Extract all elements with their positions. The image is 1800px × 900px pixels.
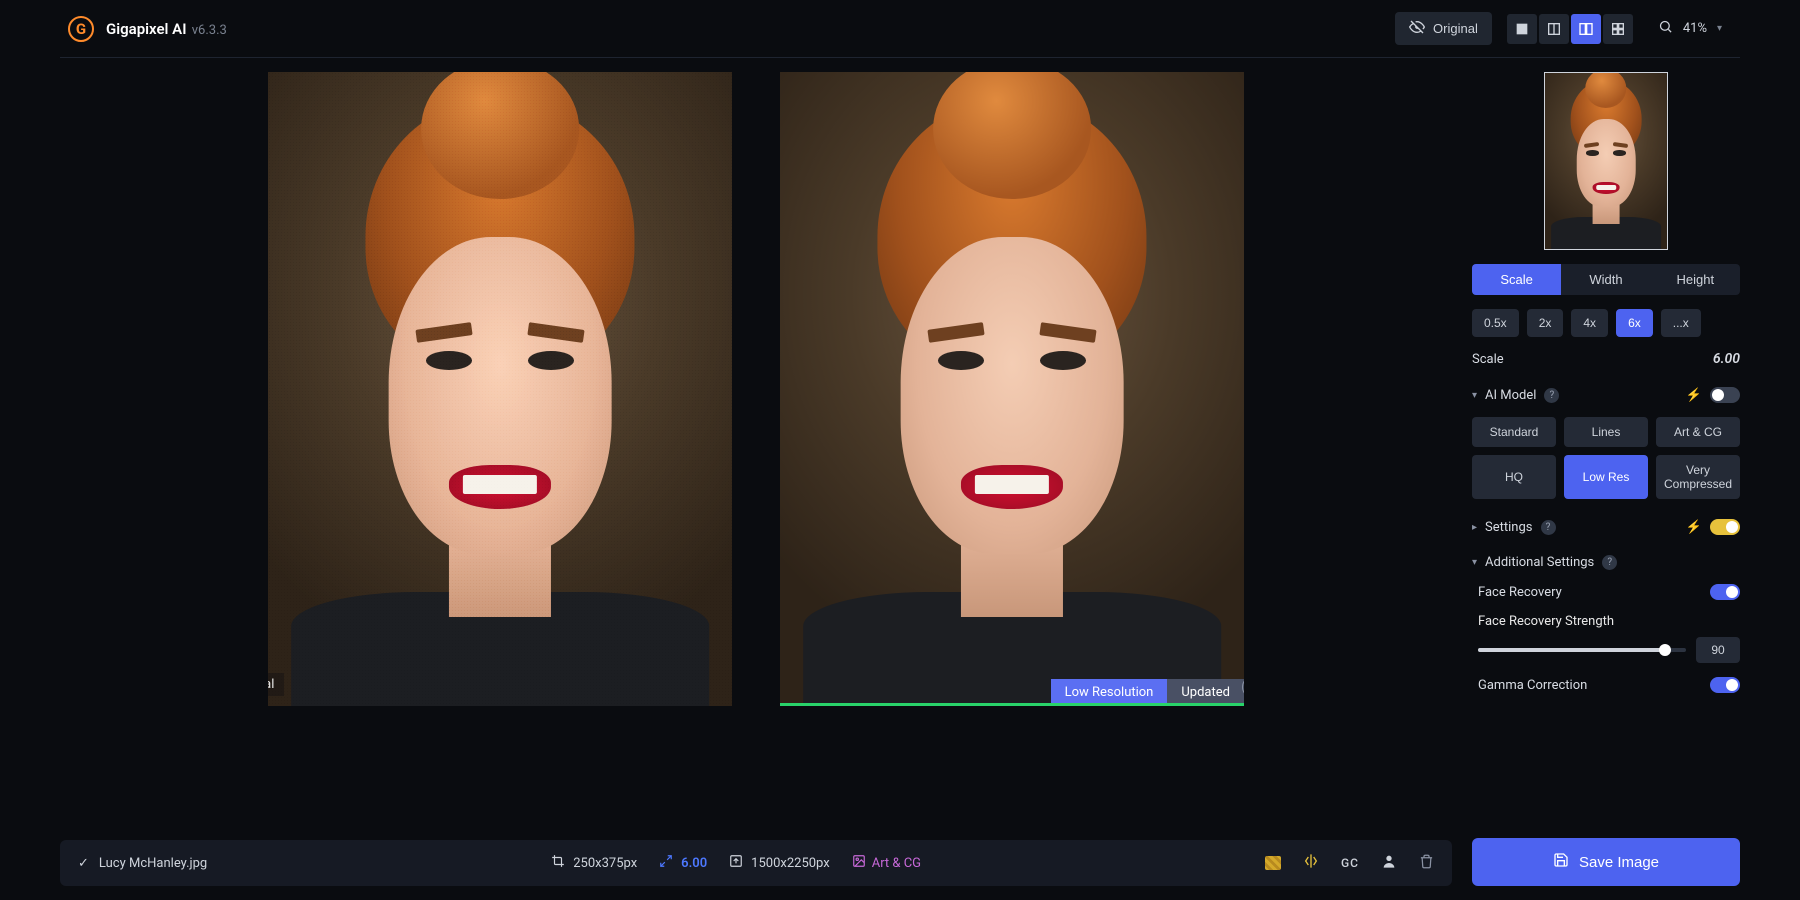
eye-off-icon (1409, 19, 1425, 38)
progress-line (780, 703, 1244, 706)
output-dimensions: 1500x2250px (729, 854, 830, 872)
face-recovery-label: Face Recovery (1478, 585, 1562, 600)
compare-icon[interactable] (1303, 853, 1319, 873)
original-label: Original (268, 673, 284, 696)
image-icon (852, 854, 866, 872)
scale-2x[interactable]: 2x (1527, 309, 1564, 337)
gamma-toggle[interactable] (1710, 677, 1740, 693)
bottombar: ✓ Lucy McHanley.jpg 250x375px 6.00 1500x… (60, 840, 1452, 886)
feedback-icons: ☺ ☹ (1242, 676, 1244, 698)
brand: G Gigapixel AI v6.3.3 (68, 16, 227, 42)
save-label: Save Image (1579, 854, 1659, 871)
status-badge: Updated (1167, 679, 1244, 706)
original-pane[interactable]: Original (268, 72, 732, 706)
face-recovery-toggle[interactable] (1710, 584, 1740, 600)
bolt-icon: ⚡ (1686, 520, 1702, 535)
scale-presets: 0.5x 2x 4x 6x ...x (1472, 309, 1740, 337)
zoom-value: 41% (1683, 21, 1707, 36)
model-verycompressed[interactable]: Very Compressed (1656, 455, 1740, 499)
settings-section[interactable]: ▸ Settings ? ⚡ (1472, 519, 1740, 535)
face-strength-label: Face Recovery Strength (1478, 614, 1740, 629)
toggle-original-button[interactable]: Original (1395, 12, 1492, 45)
trash-icon[interactable] (1419, 854, 1434, 873)
preview-pane[interactable]: Low Resolution Updated ☺ ☹ (780, 72, 1244, 706)
person-icon[interactable] (1381, 853, 1397, 873)
toggle-original-label: Original (1433, 21, 1478, 36)
scale-custom[interactable]: ...x (1661, 309, 1701, 337)
app-version: v6.3.3 (192, 23, 227, 38)
save-image-button[interactable]: Save Image (1472, 838, 1740, 886)
view-single-button[interactable] (1507, 14, 1537, 44)
navigator-thumbnail[interactable] (1544, 72, 1668, 250)
scale-6x[interactable]: 6x (1616, 309, 1653, 337)
sidebar: Scale Width Height 0.5x 2x 4x 6x ...x Sc… (1472, 72, 1740, 886)
export-icon (729, 854, 743, 872)
resize-mode-tabs: Scale Width Height (1472, 264, 1740, 295)
ai-model-auto-toggle[interactable] (1710, 387, 1740, 403)
chevron-down-icon: ▾ (1472, 557, 1477, 568)
expand-icon (659, 854, 673, 872)
settings-label: Settings (1485, 520, 1532, 535)
model-lowres[interactable]: Low Res (1564, 455, 1648, 499)
input-dimensions: 250x375px (551, 854, 637, 872)
scale-4x[interactable]: 4x (1571, 309, 1608, 337)
model-lines[interactable]: Lines (1564, 417, 1648, 447)
ai-model-label: AI Model (1485, 388, 1536, 403)
save-icon (1553, 852, 1569, 872)
scale-value: 6.00 (1713, 351, 1740, 367)
help-icon[interactable]: ? (1544, 388, 1559, 403)
view-mode-group (1506, 14, 1634, 44)
view-split-button[interactable] (1539, 14, 1569, 44)
model-hq[interactable]: HQ (1472, 455, 1556, 499)
gc-label: GC (1341, 856, 1359, 870)
model-artcg[interactable]: Art & CG (1656, 417, 1740, 447)
tab-scale[interactable]: Scale (1472, 264, 1561, 295)
preview-badges: Low Resolution Updated (1051, 679, 1244, 706)
check-icon: ✓ (78, 856, 89, 871)
chevron-down-icon: ▾ (1717, 23, 1722, 34)
additional-settings-label: Additional Settings (1485, 555, 1594, 570)
zoom-control[interactable]: 41% ▾ (1648, 15, 1732, 42)
model-buttons: Standard Lines Art & CG HQ Low Res Very … (1472, 417, 1740, 499)
additional-settings-section[interactable]: ▾ Additional Settings ? (1472, 555, 1740, 570)
face-strength-slider[interactable] (1478, 648, 1686, 652)
zoom-icon (1658, 19, 1673, 38)
view-sidebyside-button[interactable] (1571, 14, 1601, 44)
bolt-icon: ⚡ (1686, 388, 1702, 403)
file-chip[interactable]: ✓ Lucy McHanley.jpg (78, 856, 207, 871)
model-standard[interactable]: Standard (1472, 417, 1556, 447)
settings-auto-toggle[interactable] (1710, 519, 1740, 535)
app-name: Gigapixel AI (106, 20, 187, 38)
ai-model-section[interactable]: ▾ AI Model ? ⚡ (1472, 387, 1740, 403)
tab-height[interactable]: Height (1651, 264, 1740, 295)
viewer: Original Low Resolution Updated ☺ ☹ (60, 72, 1452, 886)
scale-factor: 6.00 (659, 854, 707, 872)
filename: Lucy McHanley.jpg (99, 856, 207, 871)
help-icon[interactable]: ? (1602, 555, 1617, 570)
chevron-right-icon: ▸ (1472, 522, 1477, 533)
face-strength-input[interactable] (1696, 637, 1740, 663)
help-icon[interactable]: ? (1541, 520, 1556, 535)
view-grid-button[interactable] (1603, 14, 1633, 44)
chevron-down-icon: ▾ (1472, 390, 1477, 401)
gamma-label: Gamma Correction (1478, 678, 1587, 693)
grain-icon[interactable] (1265, 856, 1281, 870)
model-badge: Low Resolution (1051, 679, 1168, 706)
app-logo: G (68, 16, 94, 42)
smile-icon[interactable]: ☺ (1242, 676, 1244, 698)
scale-0-5x[interactable]: 0.5x (1472, 309, 1519, 337)
topbar: G Gigapixel AI v6.3.3 Original 41% ▾ (60, 0, 1740, 58)
tab-width[interactable]: Width (1561, 264, 1650, 295)
scale-label: Scale (1472, 352, 1504, 367)
active-model: Art & CG (852, 854, 921, 872)
crop-icon (551, 854, 565, 872)
